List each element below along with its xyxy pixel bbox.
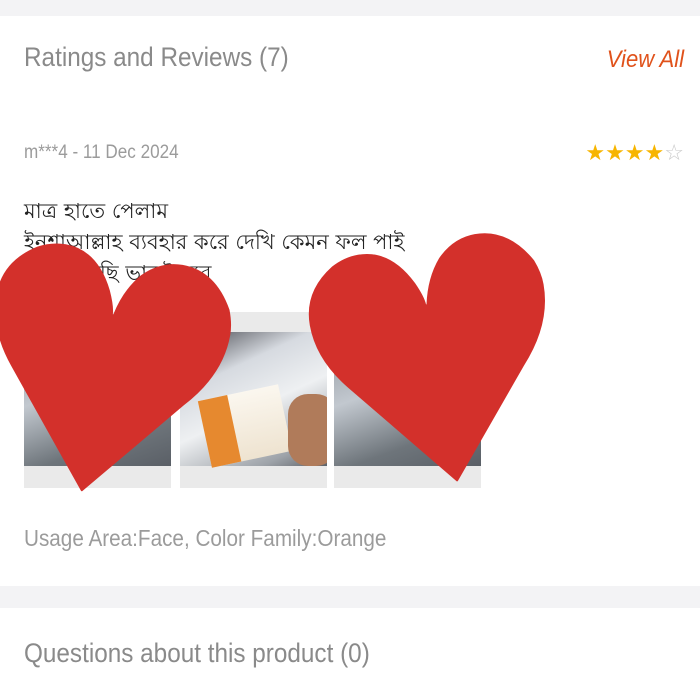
hand-image (288, 394, 327, 466)
view-all-link[interactable]: View All (607, 46, 684, 74)
review-text: মাত্র হাতে পেলাম ইনশাআল্লাহ ব্যবহার করে … (24, 196, 664, 289)
review-text-line: মাত্র হাতে পেলাম (24, 199, 169, 223)
star-filled-icon: ★ (624, 140, 645, 165)
product-box-image (197, 384, 293, 468)
review-text-line: আশা করছি ভালই হবে (24, 261, 212, 285)
star-rating: ★★★★☆ (585, 142, 684, 164)
product-variant-info: Usage Area:Face, Color Family:Orange (24, 525, 387, 551)
star-filled-icon: ★ (605, 140, 625, 165)
questions-section-title: Questions about this product (0) (24, 638, 370, 668)
review-photo-thumbnail[interactable] (24, 312, 171, 488)
review-photo-thumbnail[interactable] (180, 312, 327, 488)
questions-card[interactable]: Questions about this product (0) (0, 608, 700, 700)
reviews-section-title: Ratings and Reviews (7) (24, 42, 289, 72)
star-filled-icon: ★ (644, 140, 665, 165)
ratings-reviews-card: Ratings and Reviews (7) View All m***4 -… (0, 16, 700, 594)
star-empty-icon: ☆ (664, 140, 684, 165)
review-author-date: m***4 - 11 Dec 2024 (24, 142, 179, 163)
review-photo-thumbnail[interactable] (334, 312, 481, 488)
review-photo-image (334, 332, 481, 466)
review-text-line: ইনশাআল্লাহ ব্যবহার করে দেখি কেমন ফল পাই (24, 230, 405, 254)
review-photo-image (24, 332, 171, 466)
star-filled-icon: ★ (585, 140, 606, 165)
review-photo-image (180, 332, 327, 468)
